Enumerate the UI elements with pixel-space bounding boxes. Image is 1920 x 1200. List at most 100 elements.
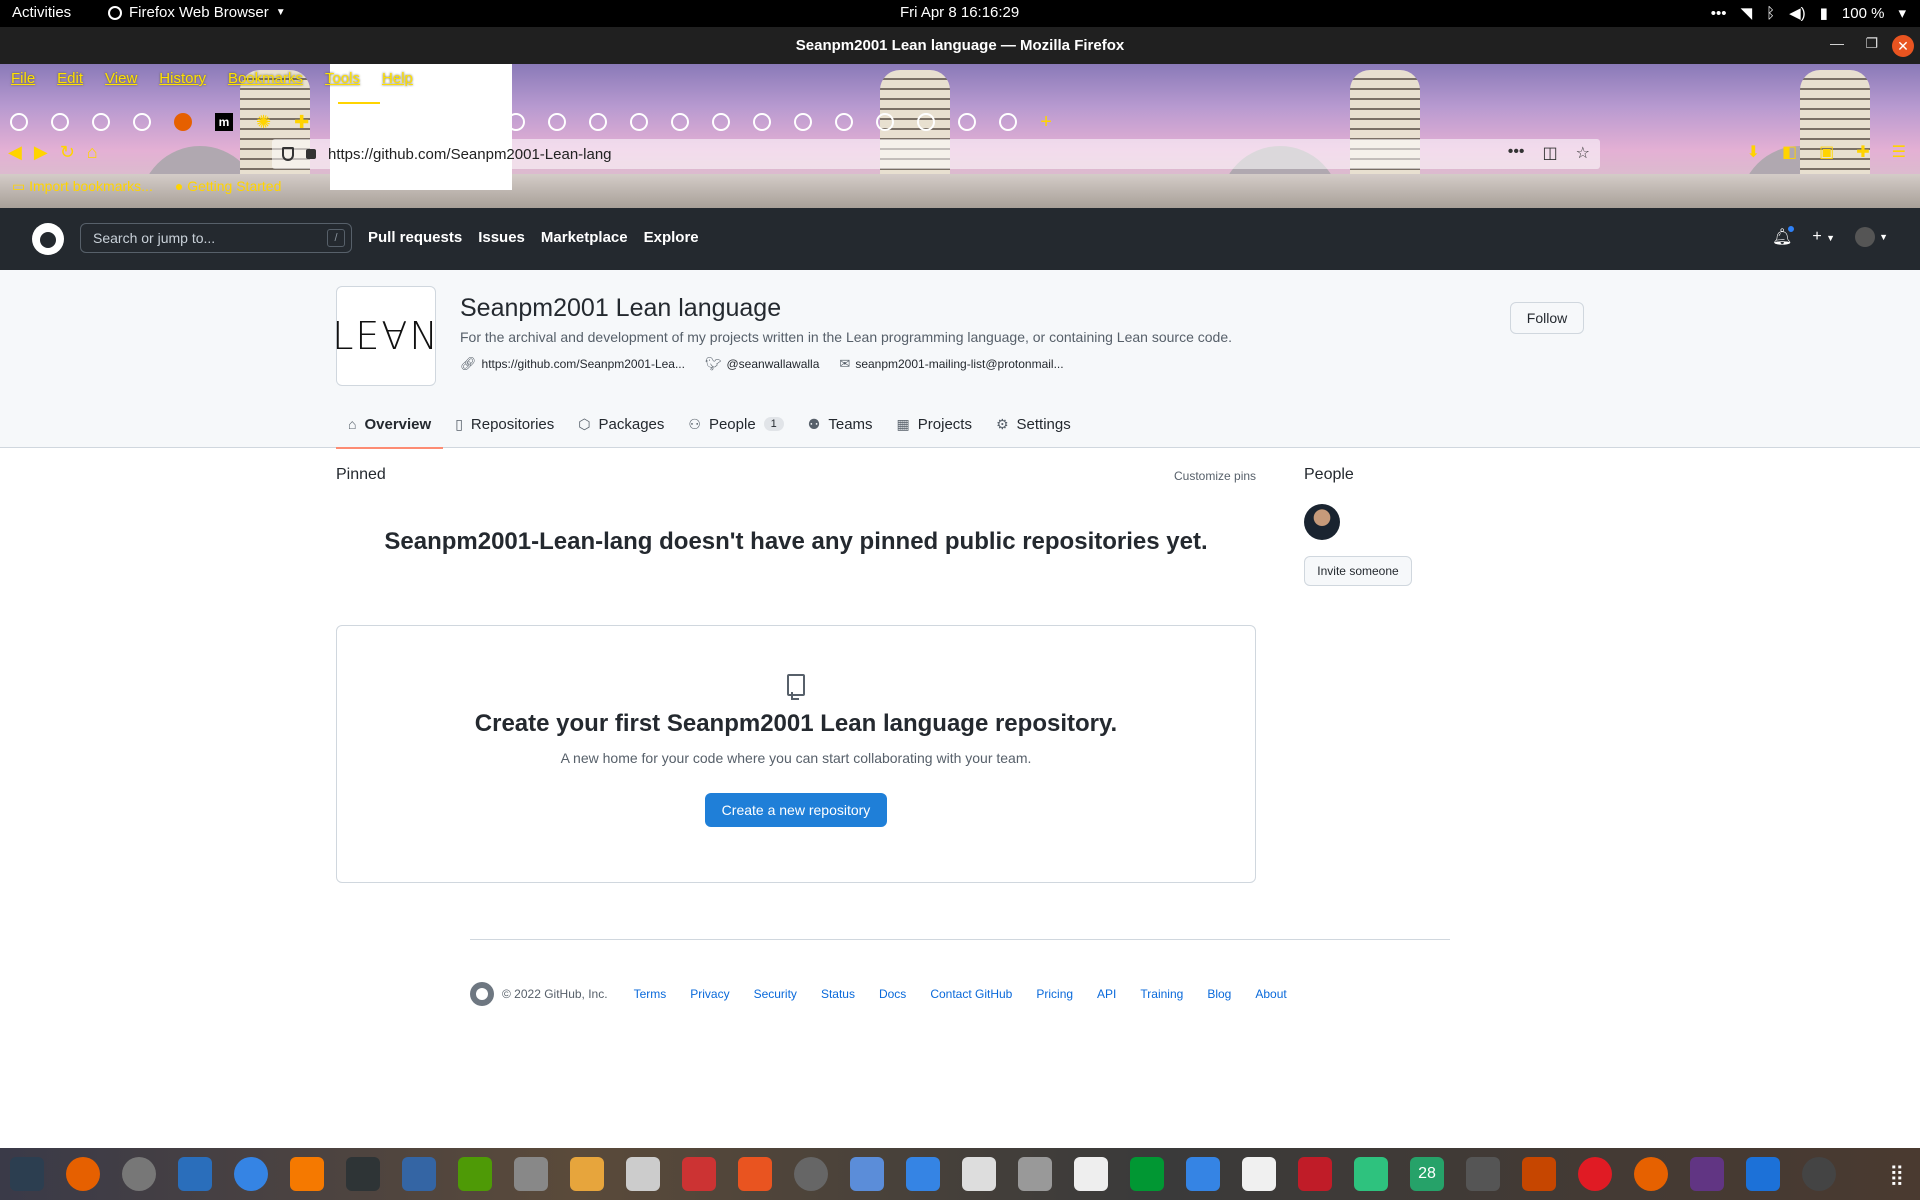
footer-link-terms[interactable]: Terms: [634, 987, 667, 1001]
menu-edit[interactable]: Edit: [46, 70, 94, 87]
font-viewer-icon[interactable]: [1298, 1157, 1332, 1191]
github-tab-icon[interactable]: [548, 113, 567, 131]
character-map-icon[interactable]: [1074, 1157, 1108, 1191]
add-file-icon[interactable]: [458, 1157, 492, 1191]
tab-overview[interactable]: ⌂ Overview: [336, 400, 444, 449]
more-icon[interactable]: •••: [1508, 143, 1525, 163]
footer-link-docs[interactable]: Docs: [879, 987, 906, 1001]
tab-packages[interactable]: ⬡ Packages: [566, 400, 676, 448]
footer-link-training[interactable]: Training: [1140, 987, 1183, 1001]
github-tab-icon[interactable]: [835, 113, 854, 131]
update-icon[interactable]: [1634, 1157, 1668, 1191]
github-logo-icon[interactable]: [470, 982, 494, 1006]
extension-icon[interactable]: ✚: [1856, 142, 1869, 162]
screenshot-icon[interactable]: [962, 1157, 996, 1191]
software-center-icon[interactable]: [738, 1157, 772, 1191]
extension-icon[interactable]: ◧: [1782, 142, 1797, 162]
github-tab-icon[interactable]: [507, 113, 526, 131]
webcam-icon[interactable]: [1690, 1157, 1724, 1191]
menu-bookmarks[interactable]: Bookmarks: [217, 70, 314, 87]
nav-issues[interactable]: Issues: [478, 229, 525, 246]
close-icon[interactable]: ✕: [1892, 35, 1914, 57]
minimize-icon[interactable]: —: [1830, 35, 1844, 51]
spreadsheet-icon[interactable]: [1354, 1157, 1388, 1191]
writer-icon[interactable]: [178, 1157, 212, 1191]
org-email-link[interactable]: ✉ seanpm2001-mailing-list@protonmail...: [839, 356, 1063, 372]
remote-desktop-icon[interactable]: [1186, 1157, 1220, 1191]
notifications-icon[interactable]: 🔔︎: [1772, 225, 1796, 247]
url-text[interactable]: https://github.com/Seanpm2001-Lean-lang: [328, 146, 612, 163]
footer-link-pricing[interactable]: Pricing: [1036, 987, 1073, 1001]
menu-history[interactable]: History: [148, 70, 217, 87]
org-website-link[interactable]: 🔗︎ https://github.com/Seanpm2001-Lea...: [460, 356, 685, 372]
gear-tab-icon[interactable]: ✺: [256, 112, 271, 133]
github-tab-icon[interactable]: [133, 113, 151, 131]
download-icon[interactable]: ⬇: [1747, 142, 1760, 162]
alert-icon[interactable]: [1578, 1157, 1612, 1191]
extension-icon[interactable]: ▣: [1819, 142, 1834, 162]
game-icon[interactable]: [1522, 1157, 1556, 1191]
github-tab-icon[interactable]: [917, 113, 936, 131]
footer-link-security[interactable]: Security: [754, 987, 797, 1001]
github-tab-icon[interactable]: [466, 113, 485, 131]
menu-help[interactable]: Help: [371, 70, 424, 87]
github-tab-icon[interactable]: [876, 113, 895, 131]
system-monitor-icon[interactable]: [10, 1157, 44, 1191]
app-grid-icon[interactable]: ⣿: [1889, 1162, 1904, 1187]
github-tab-icon[interactable]: [671, 113, 690, 131]
search-icon[interactable]: [514, 1157, 548, 1191]
github-tab-icon[interactable]: [712, 113, 731, 131]
footer-link-about[interactable]: About: [1255, 987, 1286, 1001]
tab-teams[interactable]: ⚉ Teams: [796, 400, 885, 448]
archive-icon[interactable]: [1018, 1157, 1052, 1191]
settings-icon[interactable]: [122, 1157, 156, 1191]
system-tray[interactable]: ••• ◥ ᛒ ◀) ▮ 100 % ▾: [1711, 4, 1906, 23]
invite-someone-button[interactable]: Invite someone: [1304, 556, 1412, 586]
github-tab-icon[interactable]: [753, 113, 772, 131]
chart-icon[interactable]: [682, 1157, 716, 1191]
footer-link-status[interactable]: Status: [821, 987, 855, 1001]
libreoffice-icon[interactable]: [850, 1157, 884, 1191]
nav-pull-requests[interactable]: Pull requests: [368, 229, 462, 246]
github-tab-icon[interactable]: [589, 113, 608, 131]
firefox-icon[interactable]: [66, 1157, 100, 1191]
vlc-icon[interactable]: [290, 1157, 324, 1191]
create-new-button[interactable]: + ▼: [1812, 228, 1835, 246]
tab-settings[interactable]: ⚙ Settings: [984, 400, 1083, 448]
tasks-icon[interactable]: [906, 1157, 940, 1191]
github-logo-icon[interactable]: [32, 223, 64, 255]
teams-icon[interactable]: [1746, 1157, 1780, 1191]
home-icon[interactable]: ⌂: [87, 142, 98, 163]
tab-projects[interactable]: ▦ Projects: [885, 400, 984, 448]
help-icon[interactable]: [234, 1157, 268, 1191]
github-tab-icon[interactable]: [10, 113, 28, 131]
user-menu[interactable]: ▼: [1855, 227, 1888, 247]
menu-file[interactable]: File: [0, 70, 46, 87]
shield-icon[interactable]: [282, 147, 294, 161]
disk-icon[interactable]: [794, 1157, 828, 1191]
customize-pins-link[interactable]: Customize pins: [1174, 469, 1256, 483]
create-repository-button[interactable]: Create a new repository: [705, 793, 887, 827]
clock[interactable]: Fri Apr 8 16:16:29: [900, 4, 1019, 21]
bookmark-import[interactable]: ▭ Import bookmarks...: [12, 178, 153, 195]
url-bar[interactable]: https://github.com/Seanpm2001-Lean-lang …: [272, 139, 1600, 169]
software-updater-icon[interactable]: [1802, 1157, 1836, 1191]
menu-icon[interactable]: ☰: [1892, 142, 1906, 162]
tab-people[interactable]: ⚇ People 1: [676, 400, 795, 448]
new-tab-icon[interactable]: +: [1040, 111, 1052, 134]
org-twitter-link[interactable]: 🐦︎ @seanwallawalla: [705, 356, 819, 372]
back-icon[interactable]: ◀: [8, 142, 22, 163]
lock-icon[interactable]: [306, 149, 316, 159]
github-tab-icon[interactable]: [92, 113, 110, 131]
firefox-tab-icon[interactable]: [174, 113, 192, 131]
avatar[interactable]: [1304, 504, 1340, 540]
m-tab-icon[interactable]: m: [215, 113, 233, 131]
app-menu[interactable]: Firefox Web Browser ▼: [108, 4, 286, 21]
nav-explore[interactable]: Explore: [644, 229, 699, 246]
follow-button[interactable]: Follow: [1510, 302, 1584, 334]
github-tab-icon[interactable]: [958, 113, 977, 131]
calculator-icon[interactable]: [570, 1157, 604, 1191]
footer-link-blog[interactable]: Blog: [1207, 987, 1231, 1001]
bird-icon[interactable]: [1466, 1157, 1500, 1191]
pocket-icon[interactable]: ◫: [1543, 143, 1558, 163]
